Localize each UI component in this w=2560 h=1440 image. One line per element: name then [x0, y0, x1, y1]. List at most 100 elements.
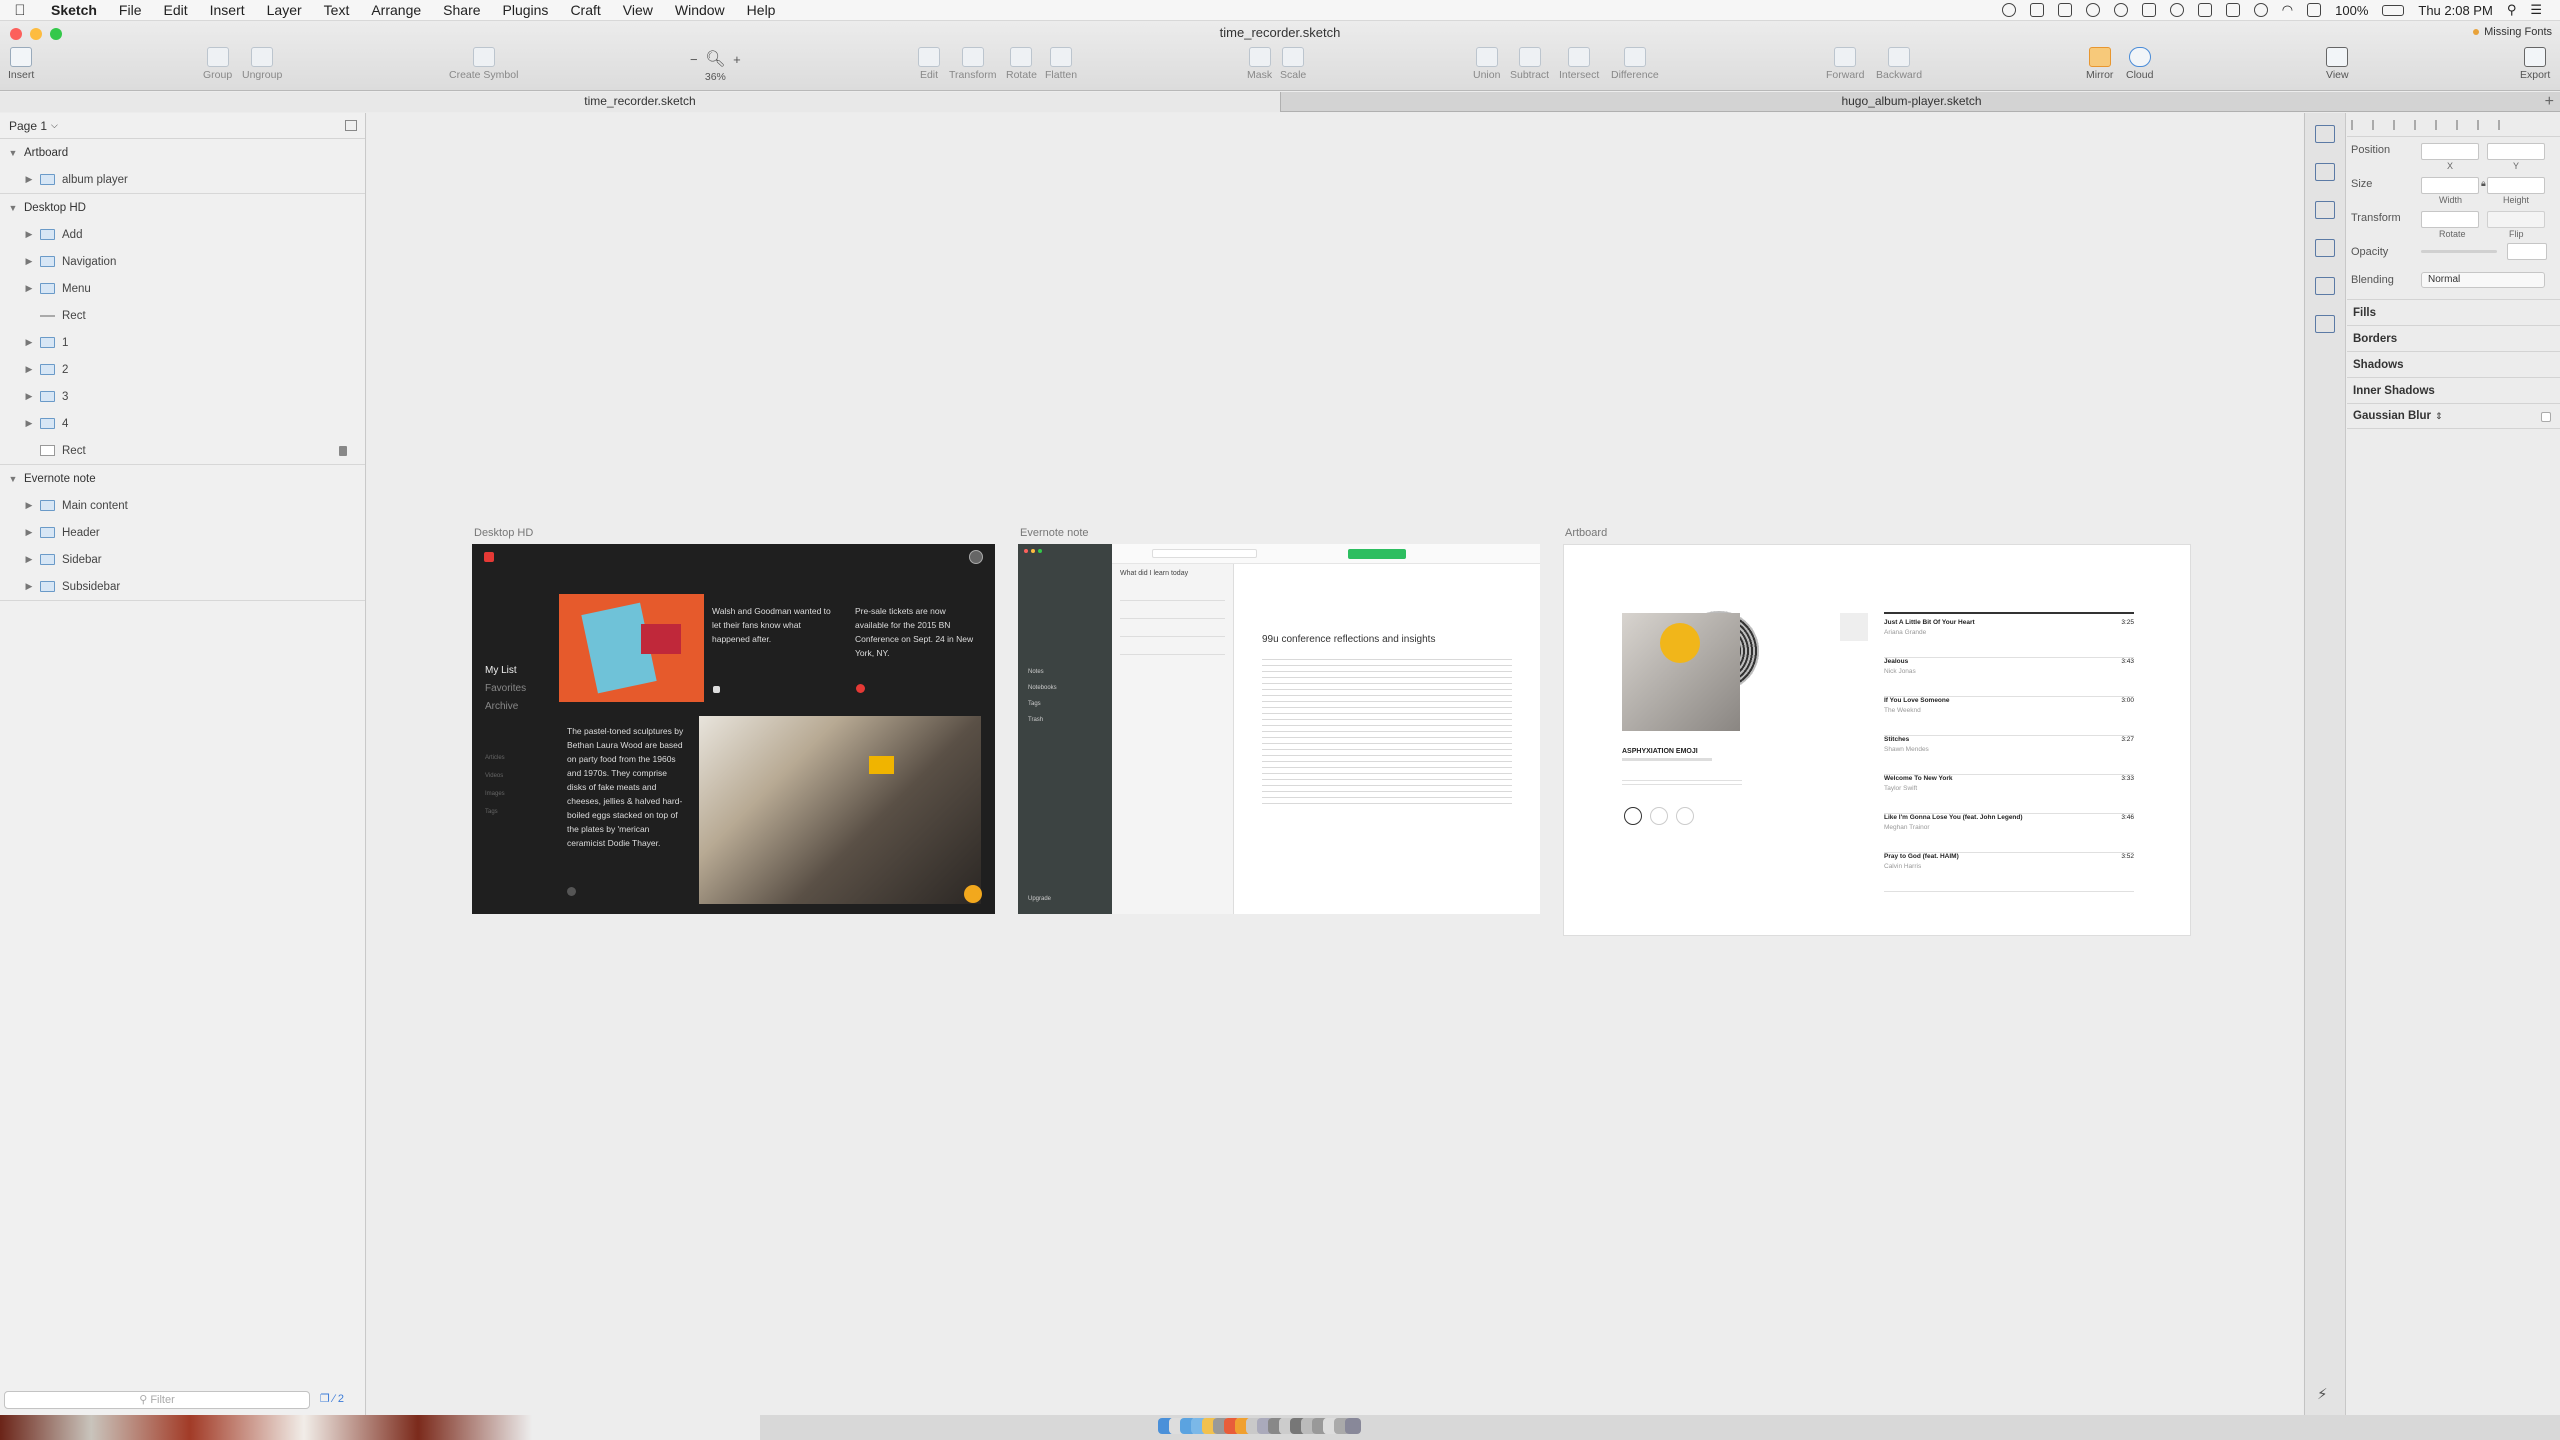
- subtract-button[interactable]: Subtract: [1510, 47, 1549, 81]
- close-window-button[interactable]: [10, 28, 22, 40]
- track-row[interactable]: Just A Little Bit Of Your Heart Ariana Gr…: [1884, 619, 2134, 658]
- align-left-icon[interactable]: [2351, 119, 2363, 130]
- spotlight-icon[interactable]: ⚲: [2507, 2, 2517, 18]
- book-cover-image[interactable]: [559, 594, 704, 702]
- menu-file[interactable]: File: [108, 2, 153, 18]
- disclosure-closed-icon[interactable]: ▶: [24, 500, 34, 511]
- evernote-new-note-button[interactable]: [1348, 549, 1406, 559]
- dock-app-icon[interactable]: [1345, 1418, 1361, 1434]
- layer-row[interactable]: ▶ Main content: [0, 492, 365, 519]
- avatar[interactable]: [969, 550, 983, 564]
- transform-button[interactable]: Transform: [949, 47, 996, 81]
- flip-buttons[interactable]: [2487, 211, 2545, 228]
- flatten-button[interactable]: Flatten: [1045, 47, 1077, 81]
- zoom-window-button[interactable]: [50, 28, 62, 40]
- align-top-icon[interactable]: [2414, 119, 2426, 130]
- lightning-icon[interactable]: ⚡︎: [2317, 1385, 2328, 1403]
- menu-share[interactable]: Share: [432, 2, 491, 18]
- layer-row[interactable]: ▶ 2: [0, 356, 365, 383]
- menu-window[interactable]: Window: [664, 2, 736, 18]
- scale-button[interactable]: Scale: [1280, 47, 1306, 81]
- view-button[interactable]: View: [2326, 47, 2349, 81]
- note-title[interactable]: 99u conference reflections and insights: [1262, 634, 1435, 645]
- evernote-search-input[interactable]: [1152, 549, 1257, 558]
- align-center-icon[interactable]: [2372, 119, 2384, 130]
- intersect-button[interactable]: Intersect: [1559, 47, 1599, 81]
- nav-tags[interactable]: Tags: [485, 803, 505, 821]
- notification-center-icon[interactable]: ☰: [2530, 2, 2542, 18]
- lock-ratio-icon[interactable]: 🔒︎: [2481, 178, 2486, 189]
- fills-section[interactable]: Fills: [2347, 299, 2560, 325]
- menu-view[interactable]: View: [612, 2, 664, 18]
- opacity-slider[interactable]: [2421, 250, 2497, 253]
- sync-icon[interactable]: [2085, 3, 2100, 17]
- layer-filter-input[interactable]: ⚲ Filter: [4, 1391, 310, 1409]
- tab-hugo-album-player[interactable]: hugo_album-player.sketch: [1280, 92, 2542, 112]
- borders-section[interactable]: Borders: [2347, 325, 2560, 351]
- page-selector[interactable]: Page 1 ⌵: [0, 113, 365, 139]
- record-icon[interactable]: [2001, 3, 2016, 17]
- artboard-layer[interactable]: ▼ Evernote note: [0, 465, 365, 492]
- menu-arrange[interactable]: Arrange: [360, 2, 432, 18]
- document-title[interactable]: time_recorder.sketch: [1200, 25, 1360, 40]
- disclosure-open-icon[interactable]: ▼: [8, 148, 18, 158]
- nav-articles[interactable]: Articles: [485, 749, 505, 767]
- apple-menu-icon[interactable]: : [0, 2, 40, 19]
- note-list-header[interactable]: What did I learn today: [1112, 564, 1233, 583]
- note-list-item[interactable]: [1120, 641, 1225, 655]
- track-row[interactable]: Pray to God (feat. HAIM) Calvin Harris 3:5…: [1884, 853, 2134, 892]
- export-button[interactable]: Export: [2520, 47, 2550, 81]
- disclosure-open-icon[interactable]: ▼: [8, 474, 18, 484]
- missing-fonts-warning[interactable]: Missing Fonts: [2473, 26, 2552, 38]
- bluetooth-icon[interactable]: [2253, 3, 2268, 17]
- blending-select[interactable]: Normal: [2421, 272, 2545, 288]
- lock-icon[interactable]: [2225, 3, 2240, 17]
- lock-icon[interactable]: [339, 445, 347, 456]
- menu-text[interactable]: Text: [313, 2, 361, 18]
- add-tab-button[interactable]: +: [2545, 92, 2554, 111]
- note-body-text[interactable]: [1262, 654, 1512, 804]
- distribute-v-icon[interactable]: [2498, 119, 2510, 130]
- layer-row[interactable]: ▶ album player: [0, 166, 365, 193]
- nav-favorites[interactable]: Favorites: [485, 680, 526, 698]
- card-text-2[interactable]: Pre-sale tickets are now available for t…: [855, 604, 975, 660]
- track-row[interactable]: If You Love Someone The Weeknd 3:00: [1884, 697, 2134, 736]
- nav-images[interactable]: Images: [485, 785, 505, 803]
- layer-row[interactable]: ▶ 4: [0, 410, 365, 437]
- battery-icon[interactable]: [2382, 4, 2405, 16]
- disclosure-closed-icon[interactable]: ▶: [24, 391, 34, 402]
- side-tags[interactable]: Tags: [1028, 696, 1057, 712]
- nav-my-list[interactable]: My List: [485, 662, 526, 680]
- track-row[interactable]: Welcome To New York Taylor Swift 3:33: [1884, 775, 2134, 814]
- symbol-filter-icon[interactable]: ❐: [320, 1393, 330, 1405]
- disclosure-closed-icon[interactable]: ▶: [24, 283, 34, 294]
- tab-time-recorder[interactable]: time_recorder.sketch: [0, 92, 1280, 112]
- menu-sketch[interactable]: Sketch: [40, 2, 108, 18]
- card-text-1[interactable]: Walsh and Goodman wanted to let their fa…: [712, 604, 832, 646]
- artboard-desktop-hd[interactable]: My List Favorites Archive Articles Video…: [472, 544, 995, 914]
- symbol-icon[interactable]: [2315, 239, 2335, 257]
- artboard-evernote-note[interactable]: Notes Notebooks Tags Trash Upgrade What …: [1018, 544, 1540, 914]
- floating-action-button[interactable]: [964, 885, 982, 903]
- shadows-section[interactable]: Shadows: [2347, 351, 2560, 377]
- ungroup-button[interactable]: Ungroup: [242, 47, 282, 81]
- next-button[interactable]: [1676, 807, 1694, 825]
- gaussian-blur-section[interactable]: Gaussian Blur ⇕: [2347, 403, 2560, 429]
- artboard-layer[interactable]: ▼ Desktop HD: [0, 194, 365, 221]
- layer-row[interactable]: Rect: [0, 437, 365, 464]
- align-bottom-icon[interactable]: [2456, 119, 2468, 130]
- airplay-icon[interactable]: [2307, 3, 2322, 17]
- artboard-label-desktop-hd[interactable]: Desktop HD: [474, 527, 533, 539]
- disclosure-closed-icon[interactable]: ▶: [24, 256, 34, 267]
- create-symbol-button[interactable]: Create Symbol: [449, 47, 518, 81]
- share-icon[interactable]: [2315, 125, 2335, 143]
- gaussian-blur-checkbox[interactable]: [2541, 412, 2551, 422]
- app-icon[interactable]: [2057, 3, 2072, 17]
- layer-row[interactable]: ▶ 1: [0, 329, 365, 356]
- wifi-icon[interactable]: ◠: [2282, 2, 2293, 18]
- time-machine-icon[interactable]: [2113, 3, 2128, 17]
- side-notes[interactable]: Notes: [1028, 664, 1057, 680]
- artboard-label-evernote-note[interactable]: Evernote note: [1020, 527, 1089, 539]
- menu-plugins[interactable]: Plugins: [492, 2, 560, 18]
- artboard-album-player[interactable]: ASPHYXIATION EMOJI Just A Little Bit Of …: [1563, 544, 2191, 936]
